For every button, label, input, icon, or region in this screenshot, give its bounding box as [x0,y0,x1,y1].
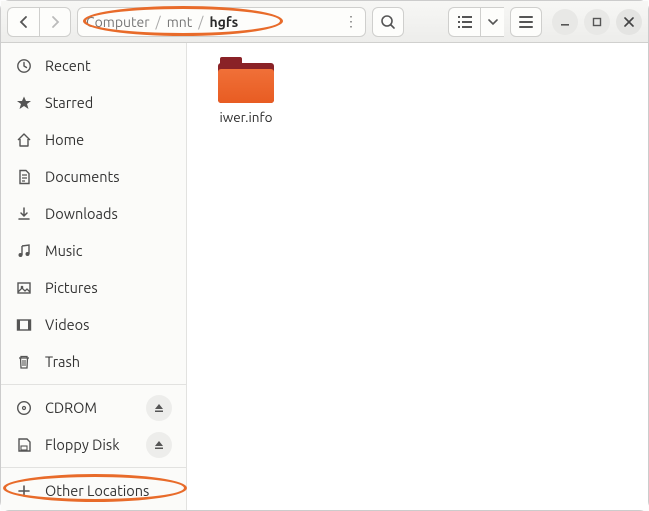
view-controls [448,7,504,37]
sidebar-item-label: Pictures [45,279,98,296]
sidebar-item-recent[interactable]: Recent [1,47,186,84]
search-button[interactable] [372,7,404,37]
sidebar-item-label: Music [45,242,82,259]
forward-button[interactable] [39,7,71,37]
main-menu-button[interactable] [510,7,542,37]
back-button[interactable] [7,7,39,37]
sidebar-item-label: CDROM [45,399,97,416]
sidebar-places: Recent Starred Home Documents Downloads … [1,43,186,384]
eject-button[interactable] [146,432,172,458]
sidebar-item-other-locations[interactable]: Other Locations [1,472,186,509]
sidebar-item-label: Other Locations [45,482,149,499]
clock-icon [15,58,33,74]
home-icon [15,132,33,148]
sidebar: Recent Starred Home Documents Downloads … [1,43,187,510]
sidebar-item-music[interactable]: Music [1,232,186,269]
sidebar-item-label: Floppy Disk [45,436,120,453]
folder-item[interactable]: iwer.info [201,57,291,125]
path-menu-button[interactable]: ⋮ [341,13,361,30]
star-icon [15,95,33,111]
close-button[interactable] [616,9,642,35]
list-view-button[interactable] [448,7,480,37]
download-icon [15,206,33,222]
sidebar-item-label: Recent [45,57,91,74]
sidebar-item-cdrom[interactable]: CDROM [1,389,186,426]
sidebar-item-label: Home [45,131,84,148]
chevron-right-icon [50,15,60,29]
folder-icon [218,57,274,103]
sidebar-other: Other Locations [1,467,186,510]
sidebar-item-label: Documents [45,168,120,185]
view-dropdown-button[interactable] [480,7,504,37]
folder-label: iwer.info [201,109,291,125]
sidebar-item-videos[interactable]: Videos [1,306,186,343]
sidebar-item-label: Videos [45,316,89,333]
sidebar-item-label: Trash [45,353,80,370]
headerbar: Computer / mnt / hgfs ⋮ [1,1,648,43]
minimize-icon [560,17,570,27]
sidebar-item-label: Downloads [45,205,118,222]
floppy-icon [15,437,33,453]
trash-icon [15,354,33,370]
path-segment[interactable]: Computer [82,14,154,30]
chevron-left-icon [19,15,29,29]
list-icon [457,15,473,29]
chevron-down-icon [488,18,498,26]
hamburger-icon [519,16,533,28]
maximize-button[interactable] [584,9,610,35]
nav-buttons [7,7,71,37]
eject-button[interactable] [146,395,172,421]
path-segment[interactable]: mnt [163,14,197,30]
sidebar-item-pictures[interactable]: Pictures [1,269,186,306]
eject-icon [154,403,164,413]
disc-icon [15,400,33,416]
video-icon [15,317,33,333]
content-area[interactable]: iwer.info [187,43,648,510]
search-icon [380,14,396,30]
maximize-icon [592,17,602,27]
sidebar-devices: CDROM Floppy Disk [1,384,186,467]
sidebar-item-documents[interactable]: Documents [1,158,186,195]
minimize-button[interactable] [552,9,578,35]
plus-icon [15,484,33,498]
music-icon [15,243,33,259]
document-icon [15,169,33,185]
sidebar-item-floppy[interactable]: Floppy Disk [1,426,186,463]
path-bar[interactable]: Computer / mnt / hgfs ⋮ [77,7,366,37]
sidebar-item-starred[interactable]: Starred [1,84,186,121]
sidebar-item-label: Starred [45,94,93,111]
body: Recent Starred Home Documents Downloads … [1,43,648,510]
eject-icon [154,440,164,450]
picture-icon [15,280,33,296]
sidebar-item-trash[interactable]: Trash [1,343,186,380]
window-controls [552,9,642,35]
close-icon [624,17,634,27]
sidebar-item-downloads[interactable]: Downloads [1,195,186,232]
path-segment-current[interactable]: hgfs [205,14,242,30]
sidebar-item-home[interactable]: Home [1,121,186,158]
